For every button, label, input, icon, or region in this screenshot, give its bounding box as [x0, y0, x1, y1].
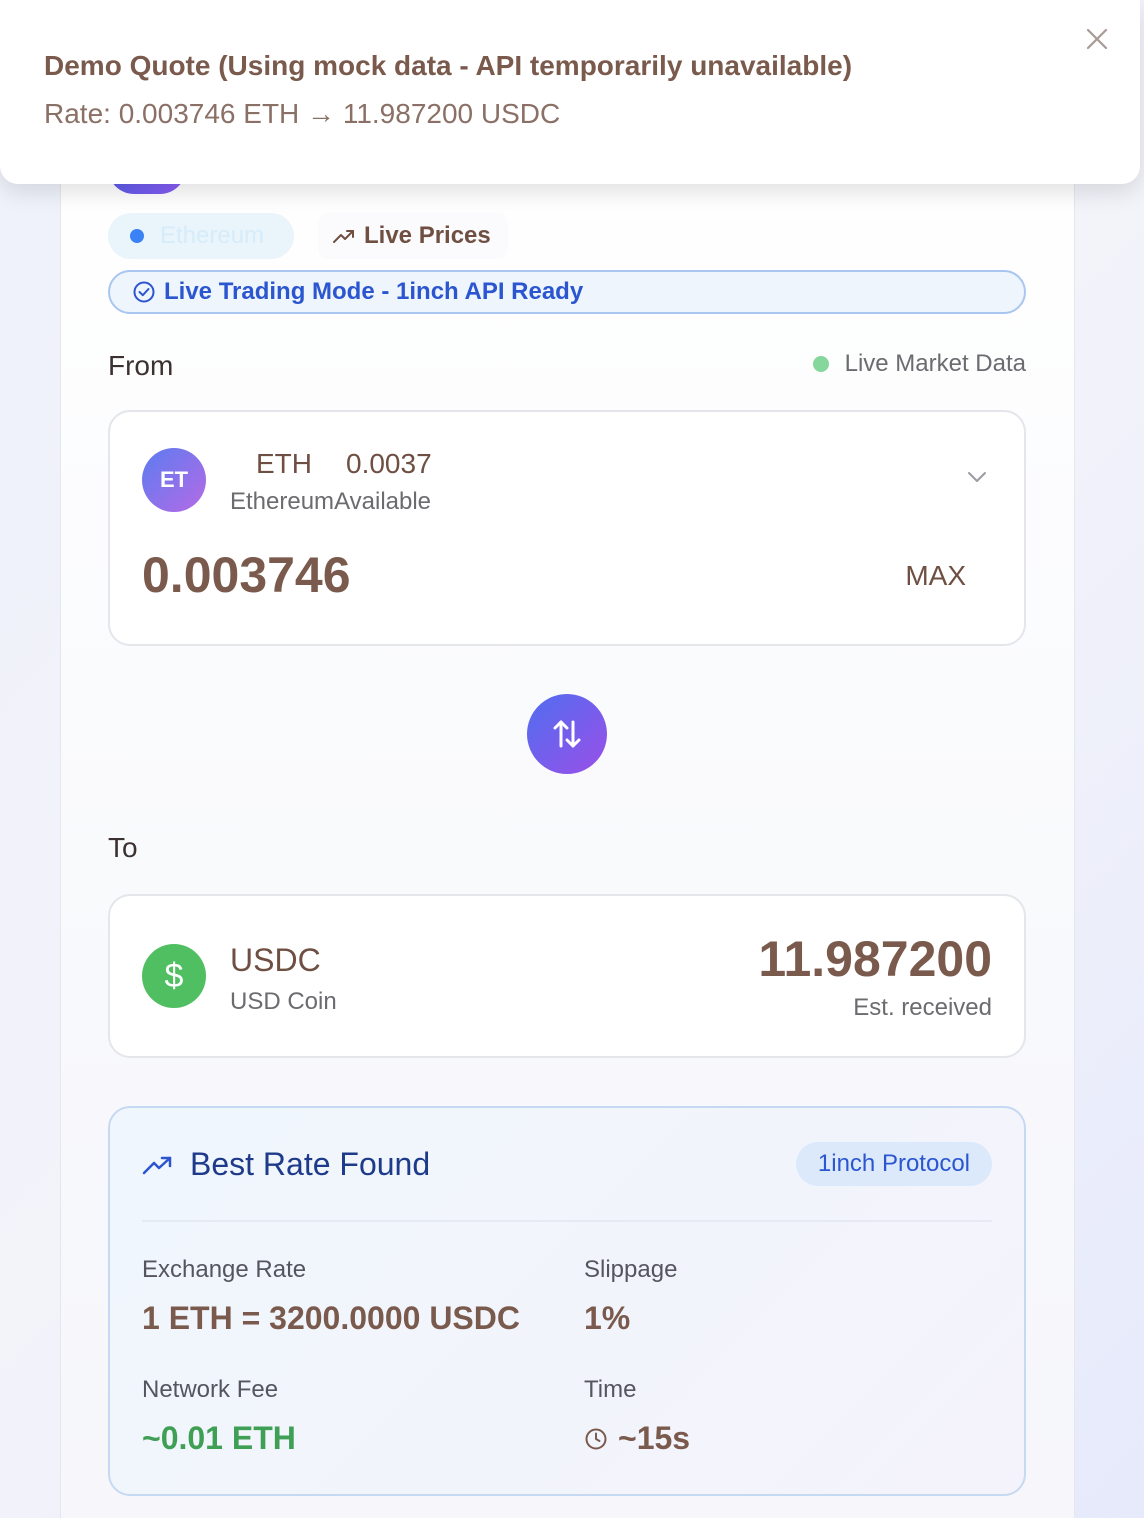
- best-rate-panel: Best Rate Found 1inch Protocol Exchange …: [108, 1106, 1026, 1496]
- from-balance-suffix: Available: [334, 488, 432, 515]
- to-amount-label: Est. received: [853, 994, 992, 1021]
- best-rate-title: Best Rate Found: [190, 1146, 431, 1182]
- swap-direction-button[interactable]: [527, 694, 607, 774]
- eth-token-icon: ET: [142, 448, 206, 512]
- chevron-down-icon[interactable]: [966, 470, 988, 484]
- protocol-badge: 1inch Protocol: [795, 1142, 992, 1186]
- from-token-name-balance: EthereumAvailable: [230, 488, 431, 516]
- slippage-value: 1%: [584, 1300, 631, 1336]
- to-token-box[interactable]: $ USDC USD Coin 11.987200 Est. received: [108, 894, 1026, 1058]
- demo-quote-toast: Demo Quote (Using mock data - API tempor…: [0, 0, 1140, 184]
- to-label: To: [108, 832, 138, 863]
- from-amount-input[interactable]: 0.003746: [142, 546, 351, 604]
- close-icon[interactable]: [1084, 26, 1110, 52]
- trading-mode-banner: Live Trading Mode - 1inch API Ready: [108, 270, 1026, 314]
- network-fee-value: ~0.01 ETH: [142, 1420, 296, 1456]
- time-value: ~15s: [618, 1420, 691, 1456]
- chain-dot-icon: [130, 229, 144, 243]
- from-token-balance: 0.0037: [346, 448, 432, 479]
- trending-up-icon: [333, 230, 354, 243]
- chain-label: Ethereum: [160, 222, 265, 249]
- network-fee-label: Network Fee: [142, 1376, 279, 1403]
- toast-title: Demo Quote (Using mock data - API tempor…: [44, 50, 853, 81]
- trending-up-icon: [142, 1156, 172, 1175]
- trading-mode-label: Live Trading Mode - 1inch API Ready: [164, 278, 584, 305]
- rate-divider: [142, 1220, 992, 1222]
- max-button[interactable]: MAX: [905, 560, 966, 592]
- live-prices-badge: Live Prices: [318, 213, 508, 259]
- to-amount: 11.987200: [758, 931, 992, 987]
- market-status-label: Live Market Data: [844, 350, 1026, 377]
- swap-arrows-icon: [553, 720, 581, 748]
- from-token-box[interactable]: ET ETH 0.0037 EthereumAvailable 0.003746…: [108, 410, 1026, 646]
- from-label: From: [108, 350, 174, 381]
- time-value-wrap: ~15s: [584, 1420, 690, 1457]
- check-circle-icon: [133, 281, 155, 303]
- exchange-rate-label: Exchange Rate: [142, 1256, 307, 1283]
- status-dot-icon: [812, 356, 829, 372]
- from-token-name: Ethereum: [230, 488, 335, 515]
- from-token-symbol: ETH: [256, 448, 312, 479]
- toast-body: Rate: 0.003746 ETH → 11.987200 USDC: [44, 98, 561, 129]
- live-prices-label: Live Prices: [364, 222, 491, 249]
- time-label: Time: [584, 1376, 637, 1403]
- to-token-symbol: USDC: [230, 942, 321, 978]
- chain-selector[interactable]: Ethereum: [108, 213, 294, 259]
- exchange-rate-value: 1 ETH = 3200.0000 USDC: [142, 1300, 520, 1336]
- clock-icon: [585, 1428, 607, 1449]
- market-status: Live Market Data: [812, 350, 1026, 378]
- dollar-icon: $: [142, 944, 206, 1008]
- to-token-name: USD Coin: [230, 988, 337, 1015]
- slippage-label: Slippage: [584, 1256, 678, 1283]
